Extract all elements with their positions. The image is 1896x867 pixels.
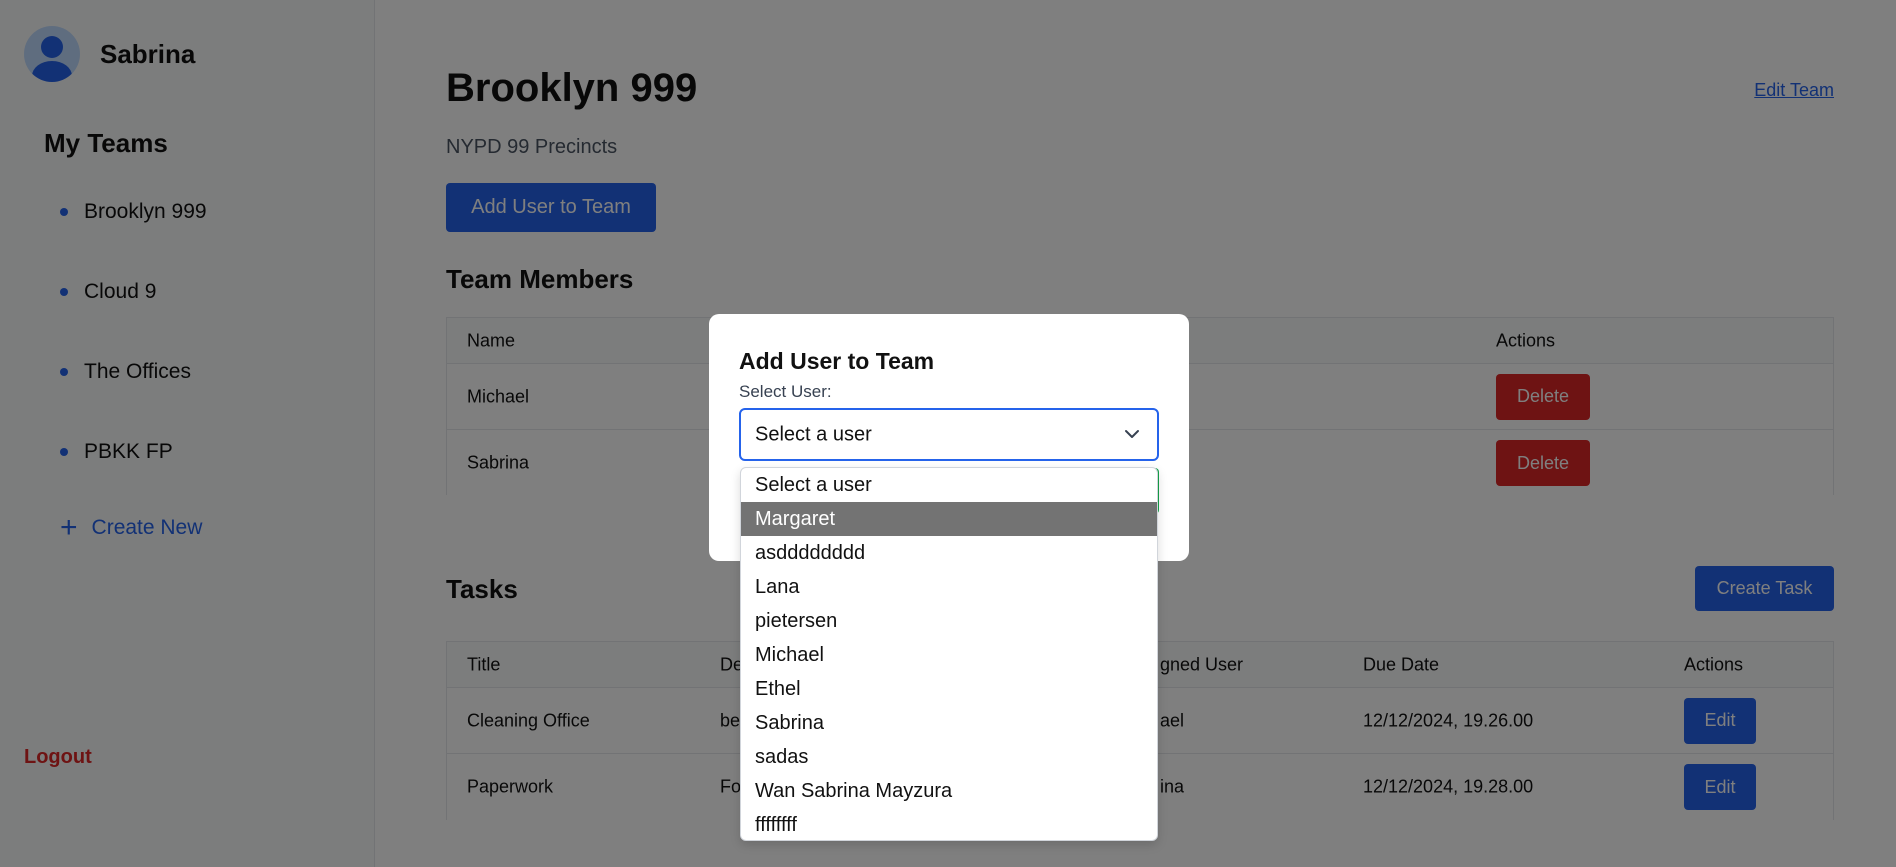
dropdown-option[interactable]: ffffffff xyxy=(741,808,1157,840)
dropdown-option[interactable]: Ethel xyxy=(741,672,1157,706)
dropdown-option[interactable]: pietersen xyxy=(741,604,1157,638)
user-select[interactable]: Select a user xyxy=(739,408,1159,461)
dropdown-option[interactable]: Wan Sabrina Mayzura xyxy=(741,774,1157,808)
dropdown-option[interactable]: Michael xyxy=(741,638,1157,672)
dropdown-option[interactable]: asdddddddd xyxy=(741,536,1157,570)
dropdown-option[interactable]: Select a user xyxy=(741,468,1157,502)
dropdown-option[interactable]: Sabrina xyxy=(741,706,1157,740)
user-select-dropdown: Select a user Margaret asdddddddd Lana p… xyxy=(740,467,1158,841)
dropdown-option[interactable]: Lana xyxy=(741,570,1157,604)
select-user-label: Select User: xyxy=(739,382,832,401)
dropdown-option-highlighted[interactable]: Margaret xyxy=(741,502,1157,536)
chevron-down-icon xyxy=(1125,430,1139,438)
dropdown-option[interactable]: sadas xyxy=(741,740,1157,774)
modal-title: Add User to Team xyxy=(739,348,935,374)
select-value: Select a user xyxy=(755,423,872,445)
